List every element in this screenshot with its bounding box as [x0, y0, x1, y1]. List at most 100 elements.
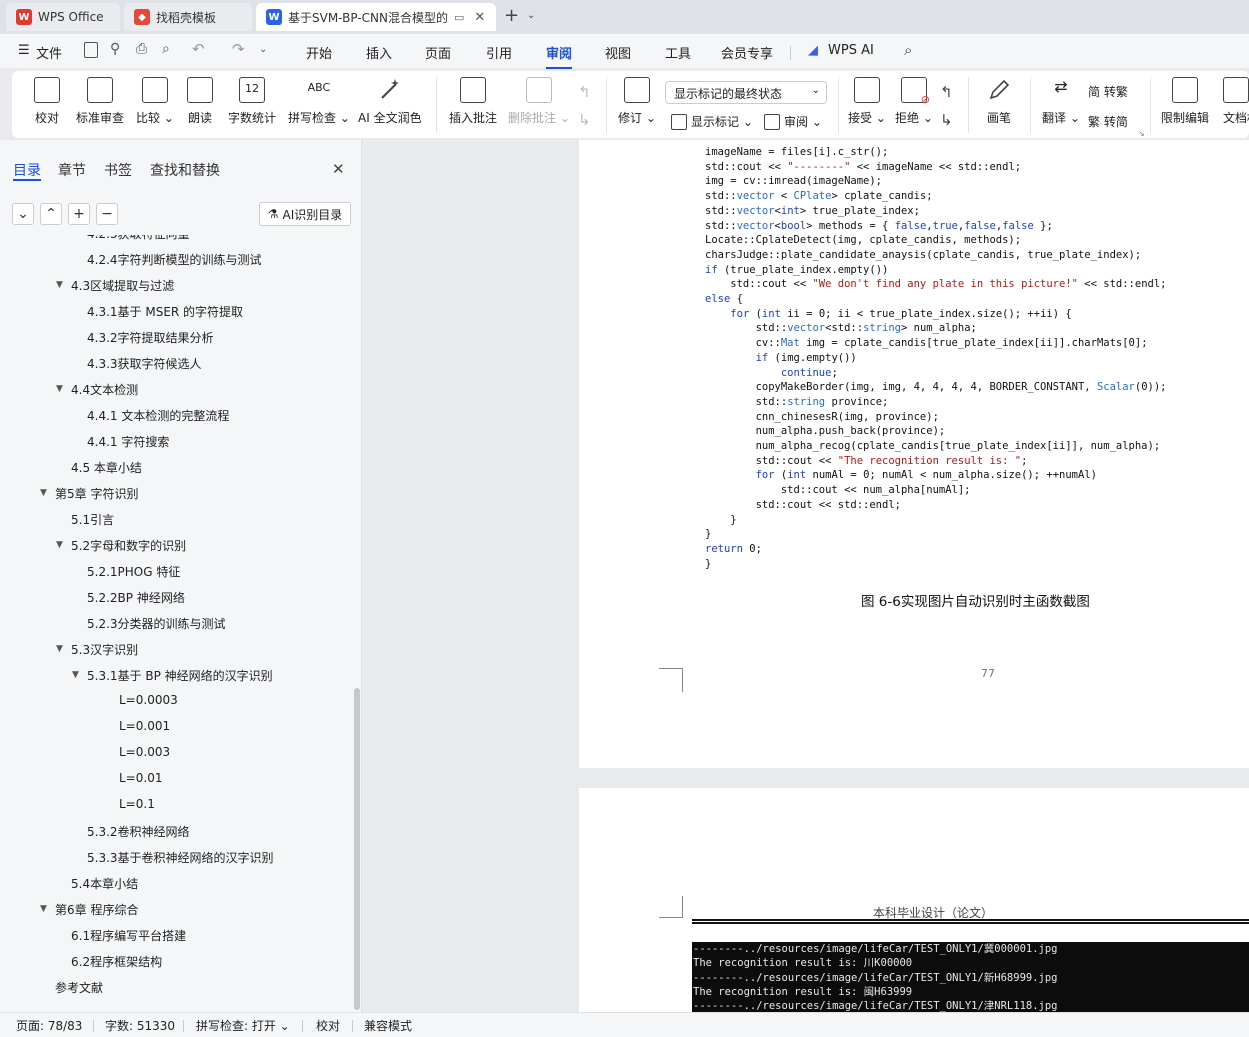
proofread-status[interactable]: 校对: [316, 1017, 340, 1034]
expand-triangle-icon[interactable]: ▼: [56, 280, 63, 290]
toc-item[interactable]: 6.2程序框架结构: [71, 953, 162, 970]
toc-item[interactable]: 5.4本章小结: [71, 875, 138, 892]
hamburger-icon[interactable]: ☰: [18, 43, 30, 58]
nav-tab-toc[interactable]: 目录: [13, 160, 41, 180]
print-preview-icon[interactable]: ⌕: [162, 41, 170, 57]
toc-item[interactable]: 4.2.3获取特征向量: [87, 235, 190, 242]
toc-scrollbar[interactable]: [354, 688, 360, 1010]
prev-comment-icon[interactable]: ↰: [578, 83, 591, 101]
ai-polish-button[interactable]: AI 全文润色: [358, 77, 422, 126]
spell-check-button[interactable]: ABC 拼写检查 ⌄: [288, 77, 350, 126]
quick-access-chevron-icon[interactable]: ⌄: [259, 44, 267, 55]
menu-file[interactable]: 文件: [36, 43, 62, 62]
expand-triangle-icon[interactable]: ▼: [40, 904, 47, 914]
tab-document[interactable]: W 基于SVM-BP-CNN混合模型的 ▭ ✕: [256, 3, 496, 31]
print-icon[interactable]: ⎙: [136, 41, 147, 57]
tab-template[interactable]: ◆ 找稻壳模板: [124, 3, 252, 31]
delete-comment-button[interactable]: 删除批注 ⌄: [508, 77, 570, 126]
toc-item[interactable]: L=0.0003: [119, 693, 178, 707]
toc-item[interactable]: 5.2.3分类器的训练与测试: [87, 615, 226, 632]
menu-wps-ai[interactable]: WPS AI: [828, 43, 874, 58]
add-heading-button[interactable]: +: [68, 203, 90, 225]
redo-icon[interactable]: ↷: [232, 40, 245, 58]
next-comment-icon[interactable]: ↳: [578, 111, 591, 129]
insert-comment-button[interactable]: 插入批注: [449, 77, 497, 126]
menu-page[interactable]: 页面: [425, 43, 451, 62]
nav-tab-find-replace[interactable]: 查找和替换: [150, 160, 220, 180]
tab-wps-office[interactable]: W WPS Office: [6, 3, 120, 31]
menu-home[interactable]: 开始: [306, 43, 332, 62]
toc-item[interactable]: 6.1程序编写平台搭建: [71, 927, 186, 944]
toc-item[interactable]: 5.3.1基于 BP 神经网络的汉字识别: [87, 667, 273, 684]
toc-item[interactable]: L=0.001: [119, 719, 170, 733]
toc-item[interactable]: 5.2.1PHOG 特征: [87, 563, 180, 580]
remove-heading-button[interactable]: −: [96, 203, 118, 225]
show-markup-button[interactable]: 显示标记 ⌄: [671, 113, 753, 130]
toc-item[interactable]: 4.3区域提取与过滤: [71, 277, 174, 294]
prev-change-icon[interactable]: ↰: [940, 83, 953, 101]
close-pane-icon[interactable]: ✕: [332, 160, 345, 178]
expand-triangle-icon[interactable]: ▼: [40, 488, 47, 498]
word-count[interactable]: 字数: 51330: [105, 1017, 175, 1034]
toc-item[interactable]: 第6章 程序综合: [55, 901, 138, 918]
track-changes-button[interactable]: 修订 ⌄: [618, 77, 656, 126]
word-count-button[interactable]: 12 字数统计: [228, 77, 276, 126]
toc-item[interactable]: 参考文献: [55, 979, 103, 996]
menu-review[interactable]: 审阅: [546, 43, 573, 69]
ai-recognize-toc-button[interactable]: ⚗ AI识别目录: [259, 202, 351, 226]
next-change-icon[interactable]: ↳: [940, 111, 953, 129]
toc-item[interactable]: 4.4文本检测: [71, 381, 138, 398]
search-icon[interactable]: ⌕: [904, 41, 912, 59]
proofread-button[interactable]: 校对: [34, 77, 60, 126]
translate-button[interactable]: ⇄ 翻译 ⌄: [1042, 77, 1080, 126]
undo-icon[interactable]: ↶: [192, 40, 205, 58]
toc-item[interactable]: 5.2字母和数字的识别: [71, 537, 186, 554]
to-traditional-button[interactable]: 简 转繁: [1088, 83, 1128, 100]
expand-triangle-icon[interactable]: ▼: [56, 384, 63, 394]
expand-triangle-icon[interactable]: ▼: [56, 540, 63, 550]
to-simplified-button[interactable]: 繁 转简: [1088, 113, 1128, 130]
toc-item[interactable]: 4.2.4字符判断模型的训练与测试: [87, 251, 262, 268]
expand-triangle-icon[interactable]: ▼: [56, 644, 63, 654]
share-icon[interactable]: ⚲: [110, 41, 120, 57]
ribbon-expand-icon[interactable]: ↘: [1138, 129, 1145, 138]
new-tab-icon[interactable]: +: [504, 5, 519, 26]
accept-button[interactable]: 接受 ⌄: [848, 77, 886, 126]
reject-button[interactable]: ⊘ 拒绝 ⌄: [895, 77, 933, 126]
toc-item[interactable]: 4.3.3获取字符候选人: [87, 355, 202, 372]
toc-item[interactable]: 第5章 字符识别: [55, 485, 138, 502]
close-tab-icon[interactable]: ✕: [474, 10, 485, 25]
read-aloud-button[interactable]: 朗读: [187, 77, 213, 126]
menu-tools[interactable]: 工具: [665, 43, 691, 62]
expand-triangle-icon[interactable]: ▼: [72, 670, 79, 680]
toc-item[interactable]: 4.4.1 文本检测的完整流程: [87, 407, 229, 424]
window-mode-icon[interactable]: ▭: [454, 11, 464, 24]
toc-item[interactable]: 4.3.1基于 MSER 的字符提取: [87, 303, 243, 320]
page-indicator[interactable]: 页面: 78/83: [16, 1017, 82, 1034]
expand-up-button[interactable]: ⌃: [40, 203, 62, 225]
save-icon[interactable]: [84, 42, 98, 58]
toc-item[interactable]: 5.1引言: [71, 511, 114, 528]
toc-item[interactable]: 4.3.2字符提取结果分析: [87, 329, 214, 346]
toc-item[interactable]: 4.5 本章小结: [71, 459, 142, 476]
compare-button[interactable]: 比较 ⌄: [136, 77, 174, 126]
menu-reference[interactable]: 引用: [486, 43, 512, 62]
toc-item[interactable]: L=0.003: [119, 745, 170, 759]
menu-view[interactable]: 视图: [605, 43, 631, 62]
tab-list-chevron-icon[interactable]: ⌄: [527, 10, 535, 21]
toc-item[interactable]: 5.3.3基于卷积神经网络的汉字识别: [87, 849, 274, 866]
restrict-editing-button[interactable]: 限制编辑: [1161, 77, 1209, 126]
review-pane-button[interactable]: 审阅 ⌄: [764, 113, 822, 130]
standard-review-button[interactable]: 标准审查: [76, 77, 124, 126]
toc-item[interactable]: L=0.1: [119, 797, 155, 811]
toc-item[interactable]: 5.2.2BP 神经网络: [87, 589, 185, 606]
toc-item[interactable]: 5.3.2卷积神经网络: [87, 823, 190, 840]
menu-member[interactable]: 会员专享: [721, 43, 773, 62]
menu-insert[interactable]: 插入: [366, 43, 392, 62]
nav-tab-bookmark[interactable]: 书签: [104, 160, 132, 180]
spell-check-status[interactable]: 拼写检查: 打开 ⌄: [196, 1017, 290, 1034]
toc-item[interactable]: L=0.01: [119, 771, 162, 785]
pen-button[interactable]: 画笔: [986, 77, 1012, 126]
toc-item[interactable]: 4.4.1 字符搜索: [87, 433, 169, 450]
markup-display-select[interactable]: 显示标记的最终状态 ⌄: [665, 81, 827, 104]
